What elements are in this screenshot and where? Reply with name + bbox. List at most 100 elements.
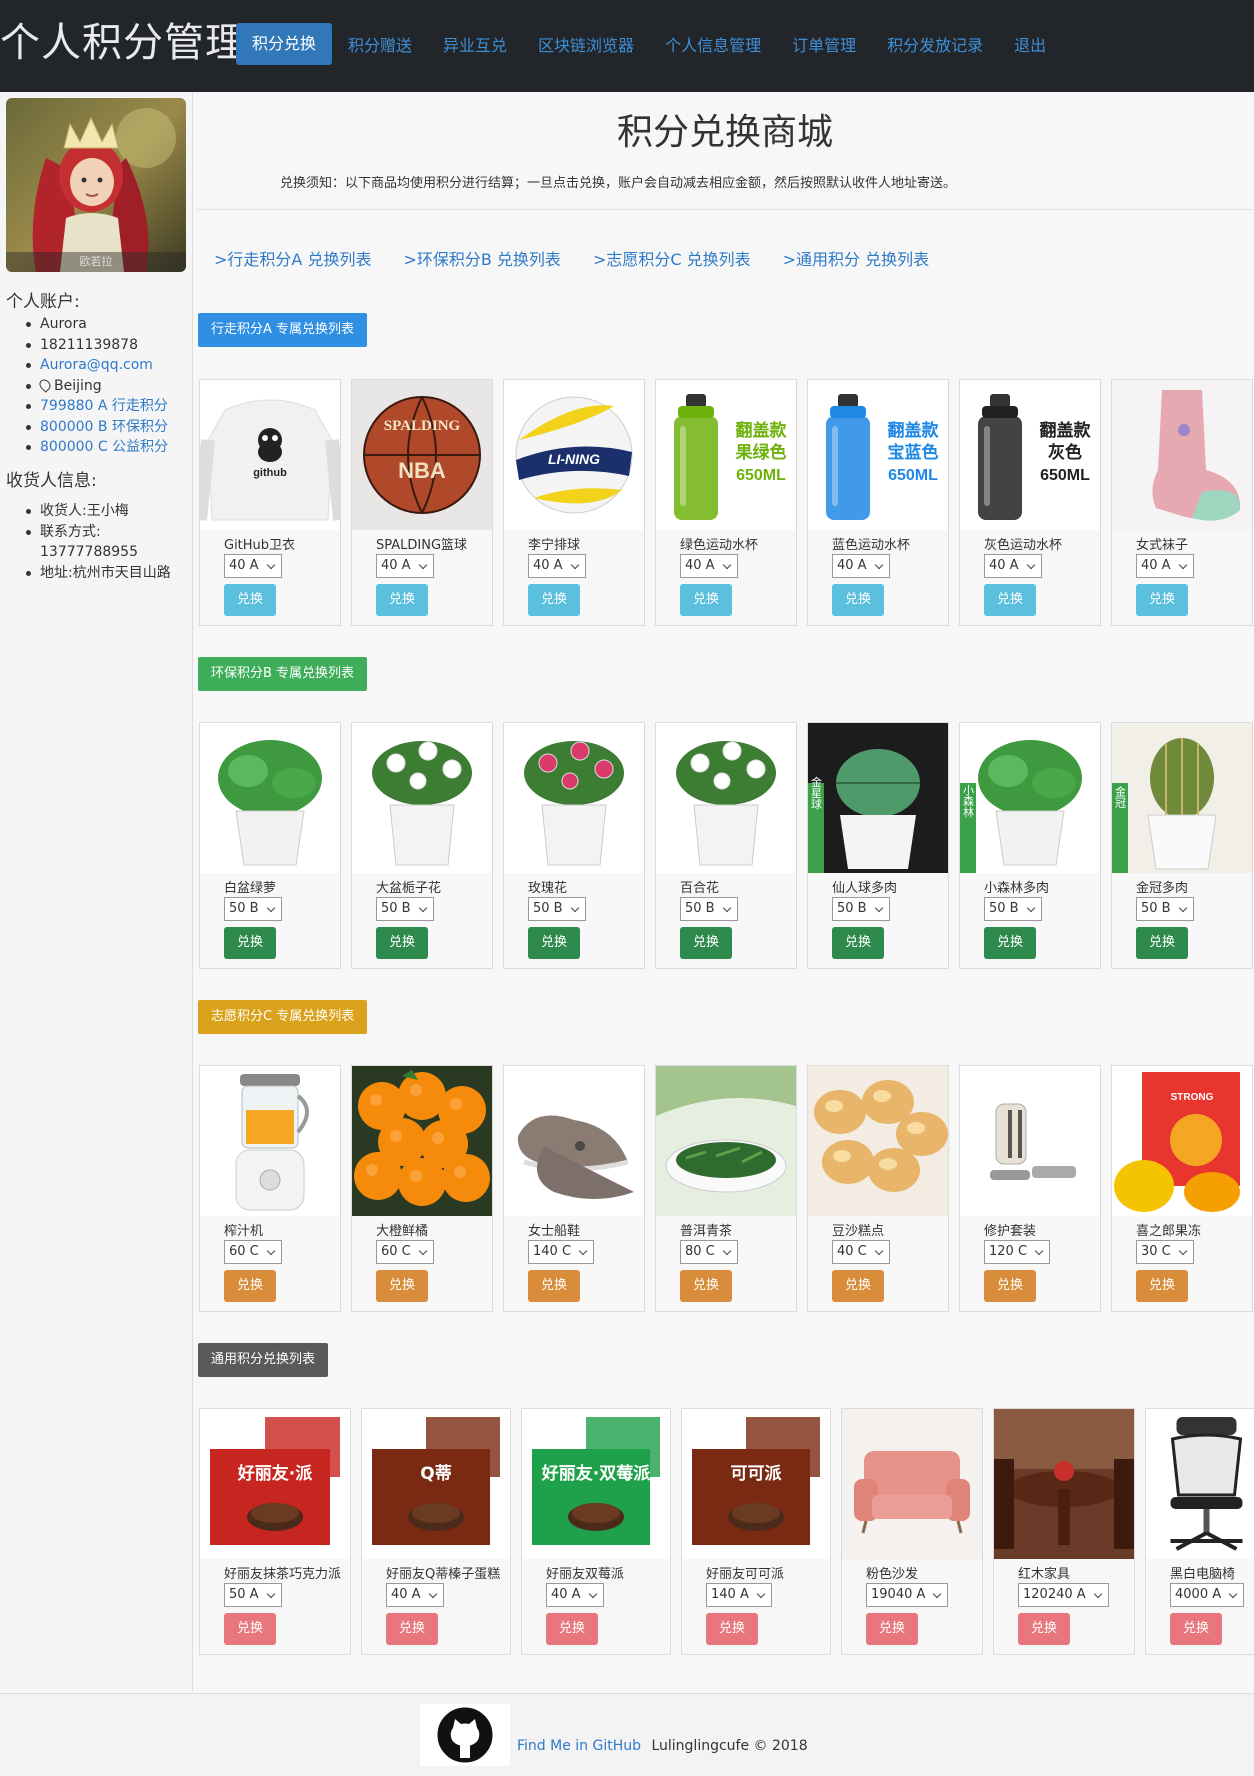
nav-gift[interactable]: 积分赠送 <box>348 32 412 56</box>
exchange-button[interactable]: 兑换 <box>376 1270 428 1302</box>
exchange-button[interactable]: 兑换 <box>1170 1613 1222 1645</box>
product-grid: 好丽友·派 好丽友抹茶巧克力派 50 A 兑换 Q蒂 好丽友Q蒂榛子蛋糕 40 A 兑换… <box>199 1408 1254 1655</box>
product-card: 金星球 仙人球多肉 50 B 兑换 <box>807 722 949 969</box>
price-select[interactable]: 40 A <box>224 554 282 578</box>
exchange-button[interactable]: 兑换 <box>528 927 580 959</box>
exchange-button[interactable]: 兑换 <box>1136 927 1188 959</box>
price-select[interactable]: 50 B <box>376 897 434 921</box>
balance-walk-points[interactable]: 799880 A 行走积分 <box>24 396 168 417</box>
exchange-button[interactable]: 兑换 <box>386 1613 438 1645</box>
price-select[interactable]: 40 A <box>376 554 434 578</box>
product-image: STRONG <box>1112 1066 1252 1216</box>
price-select[interactable]: 50 A <box>224 1583 282 1607</box>
exchange-button[interactable]: 兑换 <box>984 1270 1036 1302</box>
product-image <box>656 723 796 873</box>
anchor-volunteer-points[interactable]: >志愿积分C 兑换列表 <box>593 246 751 270</box>
nav-cross-exchange[interactable]: 异业互兑 <box>443 32 507 56</box>
price-select[interactable]: 4000 A <box>1170 1583 1245 1607</box>
app-brand[interactable]: 个人积分管理 <box>0 14 246 72</box>
exchange-button[interactable]: 兑换 <box>706 1613 758 1645</box>
svg-text:LI-NING: LI-NING <box>548 451 600 467</box>
nav-profile[interactable]: 个人信息管理 <box>665 32 761 56</box>
price-select[interactable]: 40 A <box>386 1583 444 1607</box>
exchange-button[interactable]: 兑换 <box>832 927 884 959</box>
price-select[interactable]: 140 A <box>706 1583 772 1607</box>
nav-orders[interactable]: 订单管理 <box>792 32 856 56</box>
price-select[interactable]: 50 B <box>1136 897 1194 921</box>
product-image <box>994 1409 1134 1559</box>
product-card: 好丽友·双莓派 好丽友双莓派 40 A 兑换 <box>521 1408 671 1655</box>
price-select[interactable]: 50 B <box>528 897 586 921</box>
github-logo[interactable] <box>420 1704 510 1766</box>
exchange-button[interactable]: 兑换 <box>528 584 580 616</box>
price-select[interactable]: 30 C <box>1136 1240 1194 1264</box>
exchange-button[interactable]: 兑换 <box>832 1270 884 1302</box>
exchange-button[interactable]: 兑换 <box>680 584 732 616</box>
account-email[interactable]: Aurora@qq.com <box>24 355 168 376</box>
price-select[interactable]: 120 C <box>984 1240 1051 1264</box>
price-select[interactable]: 40 A <box>832 554 890 578</box>
product-name: 女式袜子 <box>1136 538 1189 553</box>
section-header-button[interactable]: 志愿积分C 专属兑换列表 <box>198 1000 368 1034</box>
price-select[interactable]: 40 A <box>680 554 738 578</box>
exchange-button[interactable]: 兑换 <box>1136 1270 1188 1302</box>
product-name: SPALDING篮球 <box>376 538 468 553</box>
github-link[interactable]: Find Me in GitHub <box>517 1738 641 1754</box>
exchange-button[interactable]: 兑换 <box>866 1613 918 1645</box>
anchor-walk-points[interactable]: >行走积分A 兑换列表 <box>214 246 371 270</box>
nav-logout[interactable]: 退出 <box>1014 32 1046 56</box>
exchange-button[interactable]: 兑换 <box>984 927 1036 959</box>
product-image <box>960 1066 1100 1216</box>
exchange-button[interactable]: 兑换 <box>224 1613 276 1645</box>
balance-eco-points[interactable]: 800000 B 环保积分 <box>24 417 168 438</box>
price-select[interactable]: 40 A <box>546 1583 604 1607</box>
exchange-button[interactable]: 兑换 <box>376 584 428 616</box>
price-select[interactable]: 50 B <box>680 897 738 921</box>
svg-text:SPALDING: SPALDING <box>384 418 461 434</box>
product-card: 小森林 小森林多肉 50 B 兑换 <box>959 722 1101 969</box>
balance-charity-points[interactable]: 800000 C 公益积分 <box>24 437 168 458</box>
exchange-button[interactable]: 兑换 <box>680 927 732 959</box>
price-select[interactable]: 60 C <box>376 1240 434 1264</box>
exchange-button[interactable]: 兑换 <box>528 1270 580 1302</box>
exchange-button[interactable]: 兑换 <box>680 1270 732 1302</box>
product-name: 普洱青茶 <box>680 1224 733 1239</box>
exchange-button[interactable]: 兑换 <box>984 584 1036 616</box>
exchange-button[interactable]: 兑换 <box>224 1270 276 1302</box>
product-name: 灰色运动水杯 <box>984 538 1063 553</box>
price-select[interactable]: 19040 A <box>866 1583 949 1607</box>
price-select[interactable]: 50 B <box>224 897 282 921</box>
price-select[interactable]: 40 A <box>984 554 1042 578</box>
section-header-button[interactable]: 环保积分B 专属兑换列表 <box>198 657 368 691</box>
svg-text:金冠: 金冠 <box>1114 785 1127 808</box>
price-select[interactable]: 50 B <box>984 897 1042 921</box>
product-name: GitHub卫衣 <box>224 538 296 553</box>
section-header-button[interactable]: 通用积分兑换列表 <box>198 1343 329 1377</box>
product-card: 玫瑰花 50 B 兑换 <box>503 722 645 969</box>
exchange-button[interactable]: 兑换 <box>1136 584 1188 616</box>
price-select[interactable]: 50 B <box>832 897 890 921</box>
anchor-eco-points[interactable]: >环保积分B 兑换列表 <box>403 246 560 270</box>
price-select[interactable]: 120240 A <box>1018 1583 1109 1607</box>
nav-exchange[interactable]: 积分兑换 <box>236 23 333 65</box>
price-select[interactable]: 80 C <box>680 1240 738 1264</box>
product-image: SPALDING NBA <box>352 380 492 530</box>
section-header-button[interactable]: 行走积分A 专属兑换列表 <box>198 313 368 347</box>
price-select[interactable]: 140 C <box>528 1240 595 1264</box>
price-select[interactable]: 40 A <box>528 554 586 578</box>
product-card: 红木家具 120240 A 兑换 <box>993 1408 1135 1655</box>
exchange-button[interactable]: 兑换 <box>376 927 428 959</box>
anchor-general-points[interactable]: >通用积分 兑换列表 <box>783 246 930 270</box>
product-image <box>504 723 644 873</box>
product-grid: 白盆绿萝 50 B 兑换 大盆栀子花 50 B 兑换 玫瑰花 50 B 兑换 百合花 50 B… <box>199 722 1254 969</box>
nav-issue-records[interactable]: 积分发放记录 <box>887 32 983 56</box>
exchange-button[interactable]: 兑换 <box>224 584 276 616</box>
exchange-button[interactable]: 兑换 <box>832 584 884 616</box>
exchange-button[interactable]: 兑换 <box>1018 1613 1070 1645</box>
exchange-button[interactable]: 兑换 <box>546 1613 598 1645</box>
price-select[interactable]: 60 C <box>224 1240 282 1264</box>
price-select[interactable]: 40 C <box>832 1240 890 1264</box>
price-select[interactable]: 40 A <box>1136 554 1194 578</box>
nav-blockchain-browser[interactable]: 区块链浏览器 <box>538 32 634 56</box>
exchange-button[interactable]: 兑换 <box>224 927 276 959</box>
